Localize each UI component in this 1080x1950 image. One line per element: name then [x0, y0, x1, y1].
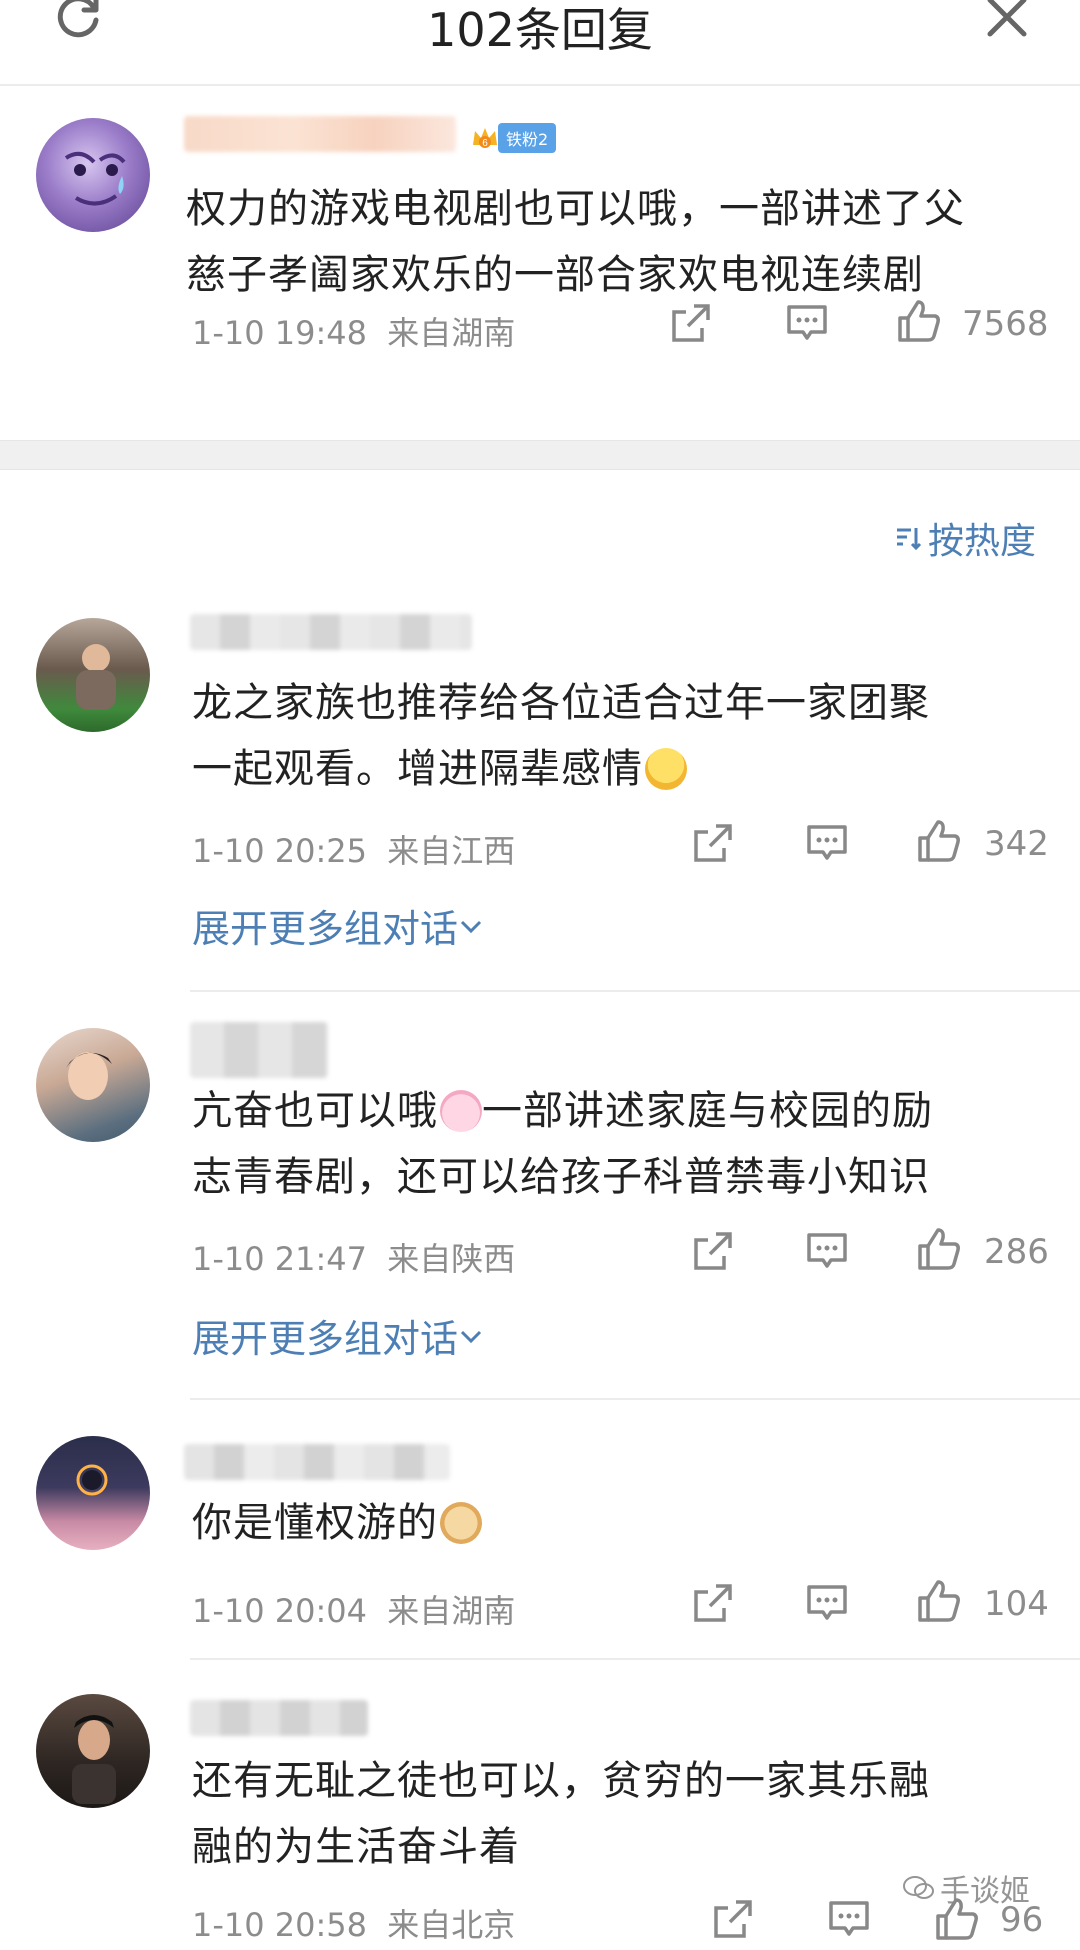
comment-icon[interactable]	[826, 1896, 872, 1942]
share-icon[interactable]	[710, 1896, 756, 1942]
comment-icon[interactable]	[784, 300, 830, 346]
comment-line: 亢奋也可以哦 一部讲述家庭与校园的励	[192, 1088, 933, 1134]
page-title: 102条回复	[427, 3, 653, 57]
sort-icon	[896, 528, 922, 551]
comment-line: 融的为生活奋斗着	[192, 1824, 520, 1870]
section-divider	[0, 440, 1080, 470]
comment-meta: 1-10 20:04 来自湖南	[192, 1586, 515, 1632]
share-icon[interactable]	[668, 300, 714, 346]
timestamp: 1-10 20:58	[192, 1906, 368, 1944]
crown-icon: 6	[473, 128, 497, 149]
avatar[interactable]	[36, 1436, 150, 1550]
comment-icon[interactable]	[804, 820, 850, 866]
comment-text: 你是懂权游的	[192, 1490, 482, 1556]
location: 来自湖南	[387, 1592, 516, 1630]
header-bar: 102条回复	[0, 0, 1080, 86]
like-icon[interactable]	[916, 818, 962, 864]
divider	[190, 1398, 1080, 1400]
location: 来自湖南	[387, 314, 516, 352]
divider	[190, 990, 1080, 992]
close-icon[interactable]	[982, 0, 1032, 42]
timestamp: 1-10 20:25	[192, 832, 368, 870]
comment-line: 志青春剧，还可以给孩子科普禁毒小知识	[192, 1154, 930, 1200]
comment-line: 你是懂权游的	[192, 1490, 482, 1556]
crying-emoji-icon	[645, 748, 687, 790]
comment-meta: 1-10 19:48 来自湖南	[192, 308, 515, 354]
avatar[interactable]	[36, 118, 150, 232]
chevron-down-icon	[460, 920, 482, 933]
comment-text: 亢奋也可以哦 一部讲述家庭与校园的励 志青春剧，还可以给孩子科普禁毒小知识	[192, 1078, 933, 1210]
comment-text: 权力的游戏电视剧也可以哦，一部讲述了父 慈子孝阖家欢乐的一部合家欢电视连续剧	[186, 176, 1046, 308]
expand-conversation-link[interactable]: 展开更多组对话	[192, 898, 484, 953]
timestamp: 1-10 20:04	[192, 1592, 368, 1630]
username-redacted[interactable]	[184, 1444, 450, 1480]
like-count: 286	[984, 1232, 1049, 1272]
svg-text:6: 6	[482, 138, 488, 149]
avatar[interactable]	[36, 1694, 150, 1808]
username-redacted[interactable]	[190, 1022, 328, 1078]
badge-label: 铁粉2	[498, 123, 557, 153]
username-redacted[interactable]	[190, 1700, 368, 1736]
watermark: 手谈姬	[902, 1866, 1030, 1910]
expand-conversation-link[interactable]: 展开更多组对话	[192, 1308, 484, 1363]
timestamp: 1-10 21:47	[192, 1240, 368, 1278]
like-icon[interactable]	[916, 1578, 962, 1624]
location: 来自陕西	[387, 1240, 516, 1278]
username-redacted[interactable]	[190, 614, 472, 650]
comment-icon[interactable]	[804, 1580, 850, 1626]
comment-line: 龙之家族也推荐给各位适合过年一家团聚	[192, 680, 930, 726]
doge-emoji-icon	[440, 1502, 482, 1544]
comment-text: 龙之家族也推荐给各位适合过年一家团聚 一起观看。增进隔辈感情	[192, 670, 930, 802]
chevron-down-icon	[460, 1330, 482, 1343]
comment-text: 还有无耻之徒也可以，贫穷的一家其乐融 融的为生活奋斗着	[192, 1748, 930, 1880]
sort-by-hot-button[interactable]: 按热度	[894, 512, 1036, 564]
location: 来自北京	[387, 1906, 516, 1944]
main-comment: 6 铁粉2 权力的游戏电视剧也可以哦，一部讲述了父 慈子孝阖家欢乐的一部合家欢电…	[0, 88, 1080, 438]
like-count: 7568	[962, 304, 1049, 344]
avatar[interactable]	[36, 1028, 150, 1142]
comment-line: 权力的游戏电视剧也可以哦，一部讲述了父	[186, 186, 965, 232]
like-count: 342	[984, 824, 1049, 864]
comment-meta: 1-10 20:25 来自江西	[192, 826, 515, 872]
like-count: 104	[984, 1584, 1049, 1624]
comment-icon[interactable]	[804, 1228, 850, 1274]
like-icon[interactable]	[916, 1226, 962, 1272]
share-icon[interactable]	[690, 820, 736, 866]
share-icon[interactable]	[690, 1228, 736, 1274]
comment-meta: 1-10 20:58 来自北京	[192, 1900, 515, 1946]
fan-badge: 6 铁粉2	[470, 122, 557, 154]
avatar[interactable]	[36, 618, 150, 732]
like-icon[interactable]	[896, 298, 942, 344]
sort-label: 按热度	[927, 521, 1036, 562]
wechat-icon	[903, 1876, 934, 1899]
bunny-emoji-icon	[440, 1090, 482, 1132]
comment-line: 一起观看。增进隔辈感情	[192, 736, 930, 802]
timestamp: 1-10 19:48	[192, 314, 368, 352]
comment-line: 还有无耻之徒也可以，贫穷的一家其乐融	[192, 1758, 930, 1804]
divider	[190, 1658, 1080, 1660]
share-icon[interactable]	[690, 1580, 736, 1626]
location: 来自江西	[387, 832, 516, 870]
comment-meta: 1-10 21:47 来自陕西	[192, 1234, 515, 1280]
username-redacted[interactable]	[184, 116, 456, 152]
